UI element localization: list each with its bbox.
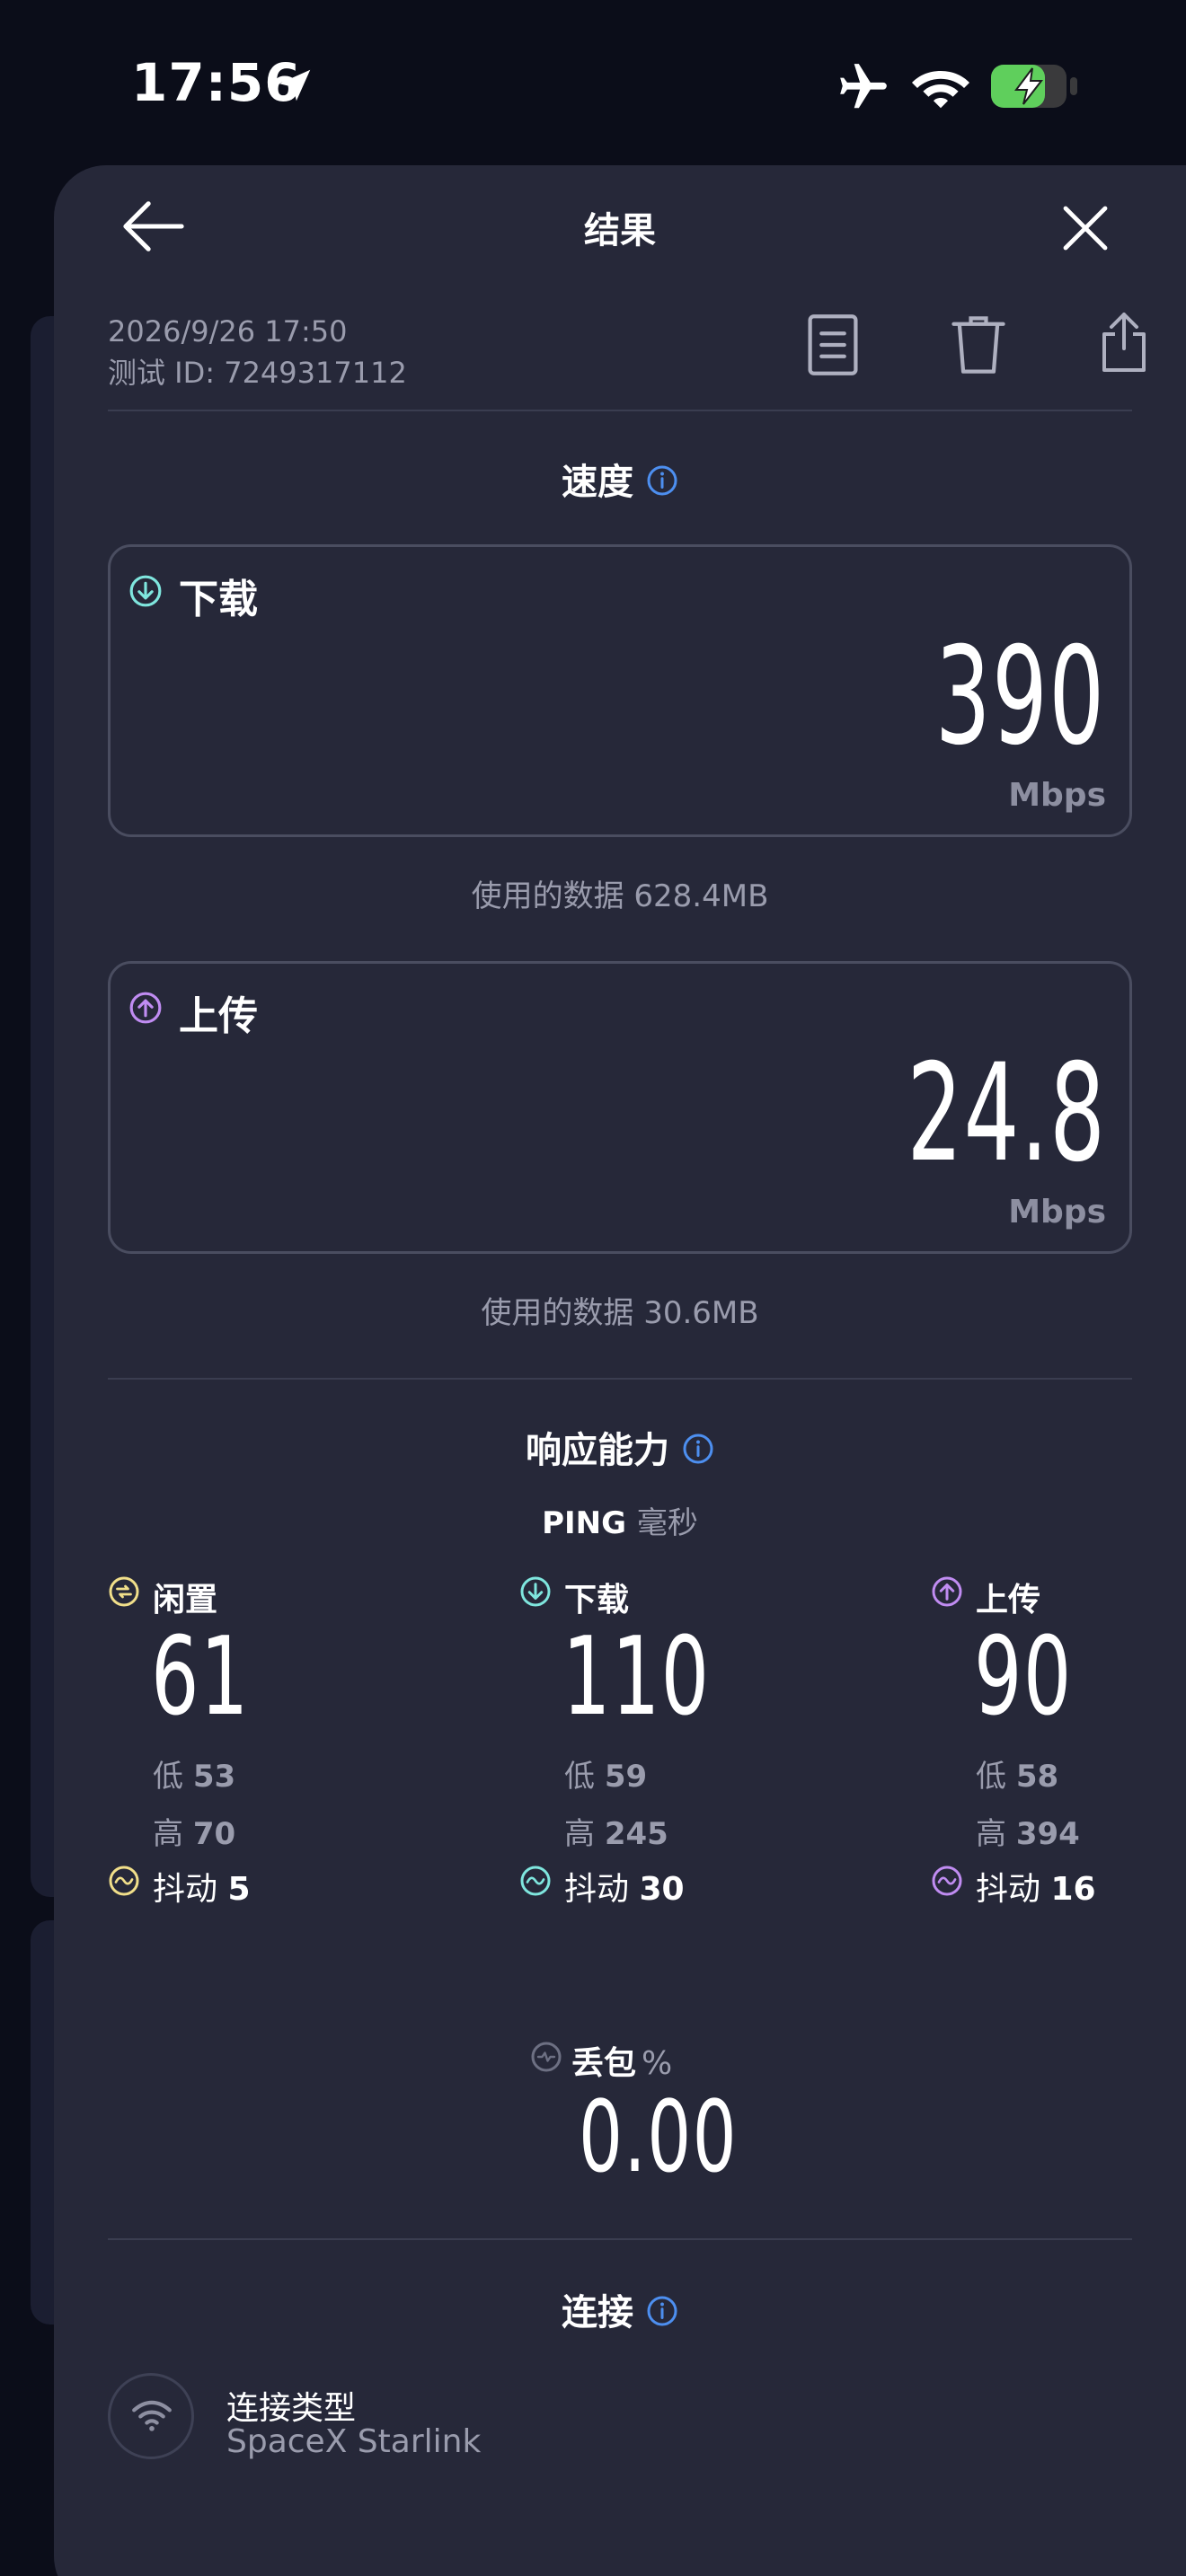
jitter-icon xyxy=(520,1866,551,1896)
jitter-icon xyxy=(932,1866,962,1896)
ping-label: PING 毫秒 xyxy=(54,1498,1186,1542)
divider xyxy=(108,2238,1132,2240)
download-speed-card: 下载 390 Mbps xyxy=(108,544,1132,837)
download-ping-value: 110 xyxy=(562,1615,711,1740)
idle-jitter-value: 5 xyxy=(227,1871,251,1908)
download-value: 390 xyxy=(935,619,1106,775)
upload-data-used: 使用的数据 30.6MB xyxy=(481,1295,759,1331)
wifi-icon xyxy=(132,2400,172,2431)
high-label: 高 xyxy=(153,1816,183,1852)
info-icon[interactable] xyxy=(682,1433,714,1465)
download-unit: Mbps xyxy=(1008,777,1106,814)
idle-low-value: 53 xyxy=(192,1759,236,1795)
wifi-icon xyxy=(912,71,969,109)
low-label: 低 xyxy=(976,1759,1006,1795)
upload-low: 低 58 xyxy=(976,1751,1058,1795)
download-jitter-value: 30 xyxy=(639,1871,685,1908)
connection-type-icon-wrap xyxy=(108,2373,194,2459)
jitter-label: 抖动 xyxy=(564,1871,630,1908)
download-label: 下载 xyxy=(179,577,258,622)
test-date: 2026/9/26 17:50 xyxy=(108,314,348,348)
connection-type-value: SpaceX Starlink xyxy=(226,2423,482,2460)
divider xyxy=(108,410,1132,411)
idle-high-value: 70 xyxy=(192,1816,236,1852)
close-button[interactable] xyxy=(1060,203,1111,253)
trash-icon[interactable] xyxy=(949,313,1008,377)
download-low-value: 59 xyxy=(604,1759,648,1795)
upload-arrow-icon xyxy=(932,1576,962,1607)
upload-high: 高 394 xyxy=(976,1809,1080,1853)
ping-unit: 毫秒 xyxy=(636,1505,698,1541)
upload-value: 24.8 xyxy=(906,1036,1106,1192)
packet-loss-unit: % xyxy=(642,2045,673,2082)
info-icon[interactable] xyxy=(646,464,678,497)
ping-idle-column: 闲置 61 低 53 高 70 抖动 5 xyxy=(108,1574,377,1915)
idle-high: 高 70 xyxy=(153,1809,235,1853)
test-id: 测试 ID: 7249317112 xyxy=(108,356,407,390)
page-title: 结果 xyxy=(584,210,656,251)
low-label: 低 xyxy=(153,1759,183,1795)
upload-unit: Mbps xyxy=(1008,1194,1106,1231)
connection-title-text: 连接 xyxy=(562,2292,633,2333)
download-arrow-icon xyxy=(520,1576,551,1607)
idle-icon xyxy=(109,1576,139,1607)
upload-arrow-icon xyxy=(129,992,162,1024)
download-arrow-icon xyxy=(129,575,162,607)
upload-high-value: 394 xyxy=(1015,1816,1080,1852)
jitter-icon xyxy=(109,1866,139,1896)
download-high: 高 245 xyxy=(564,1809,668,1853)
packet-loss-value: 0.00 xyxy=(579,2079,739,2194)
packet-loss-label: 丢包 xyxy=(571,2045,637,2082)
idle-ping-value: 61 xyxy=(151,1615,250,1740)
download-data-used: 使用的数据 628.4MB xyxy=(471,878,769,914)
connection-section-title: 连接 xyxy=(54,2283,1186,2335)
upload-label: 上传 xyxy=(179,993,258,1039)
share-icon[interactable] xyxy=(1094,309,1154,374)
download-ping-label: 下载 xyxy=(564,1582,630,1619)
low-label: 低 xyxy=(564,1759,595,1795)
upload-jitter-value: 16 xyxy=(1050,1871,1096,1908)
ping-upload-column: 上传 90 低 58 高 394 抖动 16 xyxy=(931,1574,1186,1915)
results-sheet: 结果 2026/9/26 17:50 测试 ID: 7249317112 速度 … xyxy=(54,165,1186,2576)
ping-download-column: 下载 110 低 59 高 245 抖动 30 xyxy=(519,1574,789,1915)
upload-ping-label: 上传 xyxy=(976,1582,1041,1619)
jitter-label: 抖动 xyxy=(976,1871,1041,1908)
responsiveness-section-title: 响应能力 xyxy=(54,1421,1186,1473)
info-icon[interactable] xyxy=(646,2295,678,2327)
high-label: 高 xyxy=(564,1816,595,1852)
packet-loss-icon xyxy=(531,2042,562,2072)
upload-speed-card: 上传 24.8 Mbps xyxy=(108,961,1132,1254)
responsiveness-title-text: 响应能力 xyxy=(526,1430,669,1471)
connection-type-label: 连接类型 xyxy=(226,2390,357,2427)
download-low: 低 59 xyxy=(564,1751,647,1795)
divider xyxy=(108,1378,1132,1380)
download-high-value: 245 xyxy=(604,1816,668,1852)
high-label: 高 xyxy=(976,1816,1006,1852)
upload-ping-value: 90 xyxy=(974,1615,1073,1740)
idle-label: 闲置 xyxy=(153,1582,218,1619)
upload-low-value: 58 xyxy=(1015,1759,1059,1795)
speed-section-title: 速度 xyxy=(54,453,1186,505)
battery-charging-icon xyxy=(991,65,1077,108)
ping-label-text: PING xyxy=(542,1505,627,1541)
document-icon[interactable] xyxy=(803,313,863,377)
location-arrow-icon xyxy=(279,69,311,101)
idle-low: 低 53 xyxy=(153,1751,235,1795)
speed-title-text: 速度 xyxy=(562,462,633,503)
airplane-mode-icon xyxy=(840,64,887,109)
jitter-label: 抖动 xyxy=(153,1871,218,1908)
status-bar: 17:56 xyxy=(0,0,1186,171)
